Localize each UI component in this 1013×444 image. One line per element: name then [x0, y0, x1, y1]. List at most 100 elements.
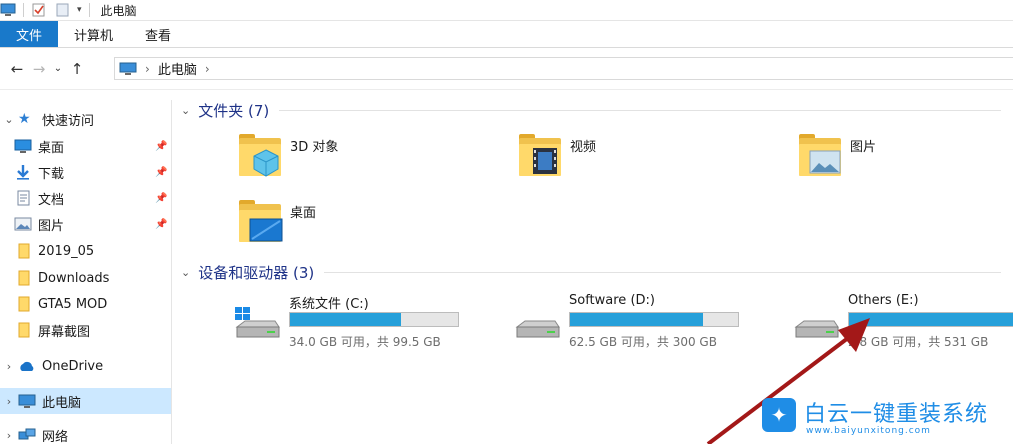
pin-icon[interactable]: 📌	[155, 219, 167, 230]
drive-space-info: 34.0 GB 可用，共 99.5 GB	[289, 335, 441, 349]
nav-item-folder-2019-05[interactable]: 2019_05	[14, 238, 171, 264]
folder-item-desktop[interactable]: 桌面	[237, 198, 316, 246]
recent-locations-icon[interactable]: ⌄	[50, 63, 66, 74]
collapse-chevron-icon[interactable]: ⌄	[181, 266, 190, 279]
drive-usage-bar	[289, 312, 459, 327]
drive-item-e[interactable]: Others (E:) 2.8 GB 可用，共 531 GB	[792, 293, 1013, 351]
folder-label: 图片	[850, 140, 877, 155]
folder-icon	[18, 322, 30, 338]
drive-name: 系统文件 (C:)	[289, 297, 369, 312]
folder-label: 桌面	[290, 206, 317, 221]
drive-item-c[interactable]: 系统文件 (C:) 34.0 GB 可用，共 99.5 GB	[233, 293, 473, 351]
folder-icon	[18, 296, 30, 312]
nav-item-folder-screenshots[interactable]: 屏幕截图	[14, 317, 171, 343]
folder-item-pictures[interactable]: 图片	[797, 132, 876, 180]
nav-label: GTA5 MOD	[38, 296, 108, 312]
properties-icon[interactable]	[31, 3, 47, 17]
nav-label: 此电脑	[42, 395, 82, 411]
navigation-bar: ← → ⌄ ↑ › 此电脑 ›	[0, 48, 1013, 90]
customize-toolbar-icon[interactable]: ▾	[77, 5, 82, 15]
forward-arrow-icon[interactable]: →	[28, 60, 50, 78]
drive-item-d[interactable]: Software (D:) 62.5 GB 可用，共 300 GB	[513, 293, 753, 351]
nav-item-documents[interactable]: 文档 📌	[14, 185, 171, 211]
nav-item-pictures[interactable]: 图片 📌	[14, 211, 171, 237]
back-arrow-icon[interactable]: ←	[6, 60, 28, 78]
drive-name: Software (D:)	[569, 293, 655, 308]
nav-label: Downloads	[38, 270, 110, 286]
nav-label: 屏幕截图	[38, 324, 91, 340]
expand-chevron-icon[interactable]: ⌄	[0, 113, 18, 126]
network-icon	[18, 428, 36, 440]
watermark-url: www.baiyunxitong.com	[806, 426, 931, 436]
navigation-pane: ⌄ ★ 快速访问 桌面 📌 下载 📌 文档 📌 图片 📌 2019_05 Dow…	[0, 100, 172, 444]
breadcrumb-chevron-icon[interactable]: ›	[205, 62, 210, 76]
videos-icon	[517, 132, 565, 180]
drive-space-info: 62.5 GB 可用，共 300 GB	[569, 335, 717, 349]
desktop-icon	[14, 139, 32, 153]
folder-icon	[18, 243, 30, 259]
section-folders[interactable]: ⌄ 文件夹 (7)	[181, 100, 1001, 121]
drive-usage-bar	[848, 312, 1013, 327]
section-drives[interactable]: ⌄ 设备和驱动器 (3)	[181, 262, 1001, 283]
folder-icon	[18, 270, 30, 286]
folder-label: 3D 对象	[290, 140, 339, 155]
breadcrumb-this-pc[interactable]: 此电脑	[158, 59, 197, 78]
folder-label: 视频	[570, 140, 597, 155]
watermark-brand: 白云一键重装系统	[804, 402, 989, 427]
folder-item-3d-objects[interactable]: 3D 对象	[237, 132, 338, 180]
nav-label: 快速访问	[42, 113, 95, 129]
collapse-chevron-icon[interactable]: ⌄	[181, 104, 190, 117]
download-icon	[17, 165, 29, 180]
pictures-icon	[14, 217, 32, 231]
nav-onedrive[interactable]: › OneDrive	[0, 353, 171, 379]
drive-usage-fill	[849, 313, 1013, 326]
this-pc-icon	[119, 62, 137, 75]
nav-label: 网络	[42, 429, 69, 444]
nav-item-folder-gta5-mod[interactable]: GTA5 MOD	[14, 291, 171, 317]
section-divider	[324, 272, 1001, 273]
new-folder-icon[interactable]	[55, 3, 71, 17]
tab-file[interactable]: 文件	[0, 21, 58, 47]
drive-name: Others (E:)	[848, 293, 919, 308]
pin-icon[interactable]: 📌	[155, 141, 167, 152]
address-bar[interactable]: › 此电脑 ›	[114, 57, 1013, 80]
nav-label: OneDrive	[42, 358, 104, 374]
nav-quick-access[interactable]: ⌄ ★ 快速访问	[0, 106, 171, 132]
tab-view[interactable]: 查看	[129, 21, 187, 47]
nav-item-downloads[interactable]: 下载 📌	[14, 159, 171, 185]
nav-label: 下载	[38, 166, 65, 182]
drive-usage-fill	[290, 313, 401, 326]
star-icon: ★	[18, 111, 31, 127]
toolbar-separator	[88, 3, 90, 17]
toolbar-separator	[23, 3, 24, 17]
drive-usage-fill	[570, 313, 703, 326]
nav-network[interactable]: › 网络	[0, 422, 171, 444]
expand-chevron-icon[interactable]: ›	[0, 360, 18, 373]
pin-icon[interactable]: 📌	[155, 167, 167, 178]
folder-item-videos[interactable]: 视频	[517, 132, 596, 180]
nav-item-folder-downloads[interactable]: Downloads	[14, 265, 171, 291]
cloud-icon	[20, 361, 34, 371]
nav-this-pc[interactable]: › 此电脑	[0, 388, 171, 414]
breadcrumb-chevron-icon[interactable]: ›	[145, 62, 150, 76]
expand-chevron-icon[interactable]: ›	[0, 395, 18, 408]
section-heading: 文件夹 (7)	[198, 102, 270, 120]
windows-drive-icon	[235, 307, 280, 338]
tab-computer[interactable]: 计算机	[58, 21, 129, 47]
3d-objects-icon	[237, 132, 285, 180]
nav-item-desktop[interactable]: 桌面 📌	[14, 133, 171, 159]
desktop-folder-icon	[237, 198, 285, 246]
section-divider	[279, 110, 1001, 111]
section-heading: 设备和驱动器 (3)	[198, 264, 315, 282]
pin-icon[interactable]: 📌	[155, 193, 167, 204]
ribbon-tabs: 文件 计算机 查看	[0, 21, 1013, 48]
drive-icon	[794, 320, 839, 338]
content-area: ⌄ 文件夹 (7) 3D 对象 视频 图片 桌面 ⌄ 设备和驱动器 (3) 系统…	[173, 90, 1013, 444]
window-title: 此电脑	[100, 3, 137, 18]
watermark: ✦ 白云一键重装系统 www.baiyunxitong.com	[760, 394, 1013, 444]
up-arrow-icon[interactable]: ↑	[66, 60, 88, 78]
computer-icon	[0, 3, 16, 16]
nav-label: 2019_05	[38, 243, 95, 259]
expand-chevron-icon[interactable]: ›	[0, 429, 18, 442]
drive-icon	[515, 320, 560, 338]
